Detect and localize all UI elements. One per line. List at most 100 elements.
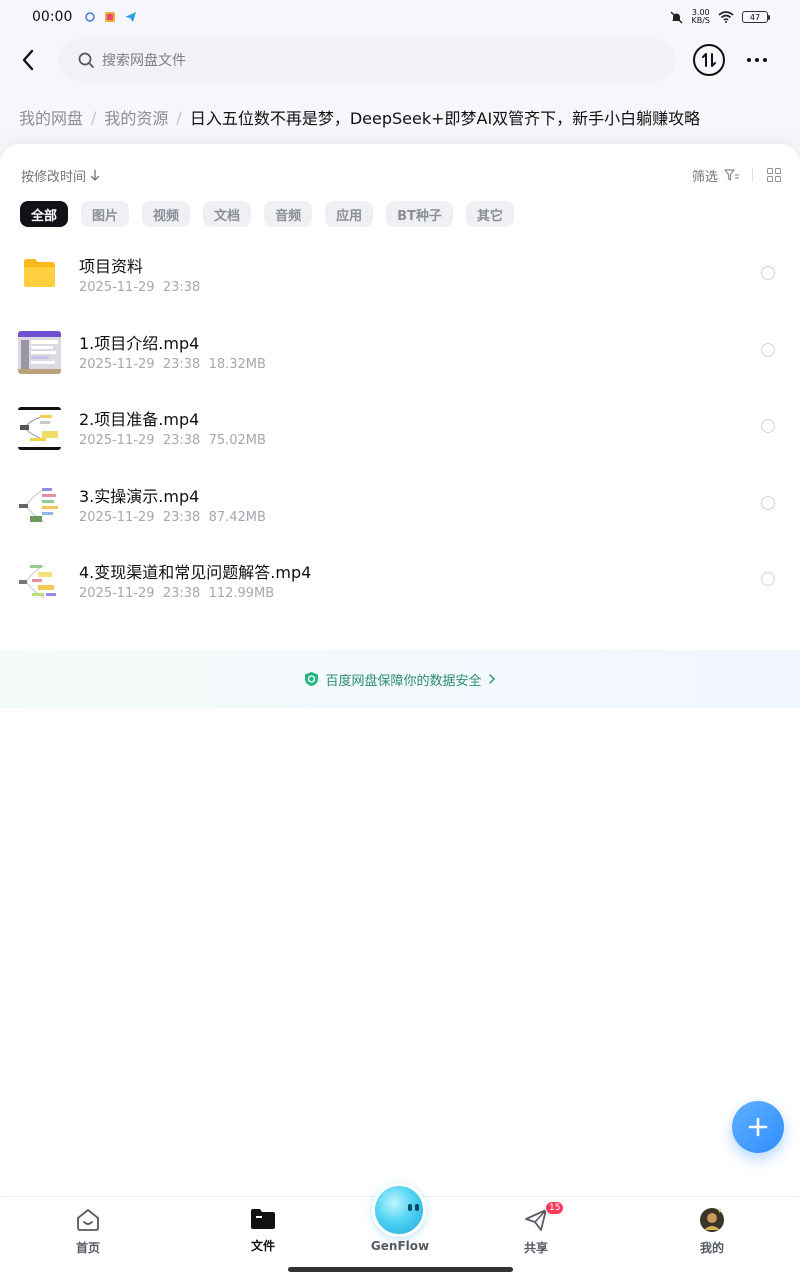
top-bar: 搜索网盘文件: [0, 38, 800, 82]
video-thumbnail: [18, 483, 61, 527]
file-name: 2.项目准备.mp4: [79, 410, 200, 429]
video-preview-image: [18, 407, 61, 450]
file-size: 75.02MB: [208, 433, 266, 448]
video-thumbnail: [18, 330, 61, 374]
video-thumbnail: [18, 407, 61, 450]
wifi-icon: [718, 11, 734, 23]
chip-videos[interactable]: 视频: [142, 201, 191, 227]
tab-home[interactable]: 首页: [48, 1207, 128, 1257]
tab-share[interactable]: 共享: [496, 1207, 576, 1257]
file-name: 3.实操演示.mp4: [79, 486, 200, 506]
chevron-left-icon: [22, 49, 34, 71]
search-input[interactable]: 搜索网盘文件: [58, 39, 676, 81]
shield-icon: [305, 672, 319, 686]
chip-apps[interactable]: 应用: [325, 201, 374, 227]
video-preview-image: [18, 483, 61, 527]
select-radio[interactable]: [761, 495, 775, 510]
file-name: 4.变现渠道和常见问题解答.mp4: [79, 563, 312, 582]
file-time: 23:38: [162, 586, 201, 601]
chip-all[interactable]: 全部: [20, 201, 69, 227]
list-item[interactable]: 1.项目介绍.mp4 2025-11-29 23:38 18.32MB: [0, 311, 800, 388]
security-banner[interactable]: 百度网盘保障你的数据安全: [0, 650, 800, 708]
file-meta: 2025-11-29 23:38: [79, 280, 200, 295]
chip-bt-torrents[interactable]: BT种子: [386, 201, 453, 227]
file-time: 23:38: [162, 433, 201, 448]
app-notification-icon: [85, 12, 96, 22]
select-radio[interactable]: [761, 266, 775, 280]
home-indicator: [288, 1267, 513, 1272]
video-preview-image: [18, 560, 61, 603]
filter-button[interactable]: 筛选: [692, 166, 740, 185]
file-time: 23:38: [162, 509, 201, 525]
back-button[interactable]: [14, 46, 42, 74]
mute-icon: [670, 11, 683, 23]
chip-images[interactable]: 图片: [81, 201, 130, 227]
notification-icons: [84, 11, 137, 23]
chip-audio[interactable]: 音频: [264, 201, 313, 227]
chip-other[interactable]: 其它: [465, 201, 514, 227]
file-date: 2025-11-29: [79, 433, 155, 448]
file-date: 2025-11-29: [79, 356, 155, 372]
tab-genflow[interactable]: GenFlow: [360, 1183, 440, 1257]
tab-mine[interactable]: 我的: [672, 1207, 752, 1257]
sort-filter-row: 按修改时间 筛选: [21, 166, 781, 185]
tab-home-label: 首页: [75, 1241, 100, 1255]
grid-view-icon[interactable]: [767, 168, 781, 182]
file-date: 2025-11-29: [79, 509, 155, 525]
file-meta: 2025-11-29 23:38 18.32MB: [79, 357, 266, 372]
breadcrumb-my-resources[interactable]: 我的资源: [104, 105, 168, 129]
genflow-orb-icon: [372, 1183, 426, 1237]
category-chips: 全部 图片 视频 文档 音频 应用 BT种子 其它: [20, 201, 514, 227]
file-time: 23:38: [162, 280, 201, 295]
video-thumbnail: [18, 560, 61, 603]
tab-mine-label: 我的: [699, 1241, 724, 1255]
select-radio[interactable]: [761, 342, 775, 357]
file-time: 23:38: [162, 356, 201, 372]
more-dot-icon: [755, 58, 759, 62]
folder-icon: [24, 259, 55, 287]
list-item[interactable]: 4.变现渠道和常见问题解答.mp4 2025-11-29 23:38 112.9…: [0, 540, 800, 617]
toolbar-divider: [752, 168, 753, 182]
search-placeholder: 搜索网盘文件: [102, 53, 186, 69]
add-button[interactable]: [732, 1101, 784, 1153]
select-radio[interactable]: [761, 419, 775, 433]
file-list: 项目资料 2025-11-29 23:38 1.项目介绍.mp4 2025-11…: [0, 234, 800, 617]
breadcrumb-separator: /: [176, 107, 182, 127]
breadcrumb-separator: /: [91, 107, 97, 127]
video-preview-image: [18, 330, 61, 374]
list-item[interactable]: 3.实操演示.mp4 2025-11-29 23:38 87.42MB: [0, 464, 800, 541]
more-menu-button[interactable]: [742, 46, 772, 74]
chevron-right-icon: [488, 674, 495, 684]
list-item[interactable]: 项目资料 2025-11-29 23:38: [0, 234, 800, 311]
file-meta: 2025-11-29 23:38 75.02MB: [79, 433, 266, 448]
breadcrumb-my-netdisk[interactable]: 我的网盘: [19, 105, 83, 129]
battery-icon: 47: [742, 11, 770, 23]
status-right: 3.00 KB/S 47: [670, 9, 770, 25]
file-name: 1.项目介绍.mp4: [79, 333, 200, 353]
select-radio[interactable]: [761, 572, 775, 586]
plus-icon: [748, 1117, 768, 1137]
net-speed-unit: KB/S: [691, 16, 710, 25]
list-item[interactable]: 2.项目准备.mp4 2025-11-29 23:38 75.02MB: [0, 387, 800, 464]
filter-icon: [724, 168, 739, 181]
net-speed: 3.00 KB/S: [691, 9, 710, 25]
file-date: 2025-11-29: [79, 280, 155, 295]
telegram-notification-icon: [125, 12, 137, 22]
tab-files[interactable]: 文件: [223, 1207, 303, 1257]
file-meta: 2025-11-29 23:38 112.99MB: [79, 586, 274, 601]
share-notification-badge: 15: [545, 1201, 565, 1215]
security-banner-text: 百度网盘保障你的数据安全: [325, 673, 482, 689]
status-time: 00:00: [32, 9, 73, 25]
file-size: 87.42MB: [208, 509, 266, 525]
avatar: [700, 1208, 724, 1232]
file-size: 112.99MB: [208, 586, 275, 601]
sort-label: 按修改时间: [21, 169, 87, 185]
file-name: 项目资料: [79, 257, 144, 276]
sort-button[interactable]: 按修改时间: [21, 166, 100, 185]
photo-notification-icon: [105, 12, 116, 22]
tab-files-label: 文件: [250, 1239, 275, 1253]
more-dot-icon: [747, 58, 751, 62]
file-meta: 2025-11-29 23:38 87.42MB: [79, 510, 266, 525]
transfer-list-button[interactable]: [693, 44, 725, 76]
chip-documents[interactable]: 文档: [203, 201, 252, 227]
